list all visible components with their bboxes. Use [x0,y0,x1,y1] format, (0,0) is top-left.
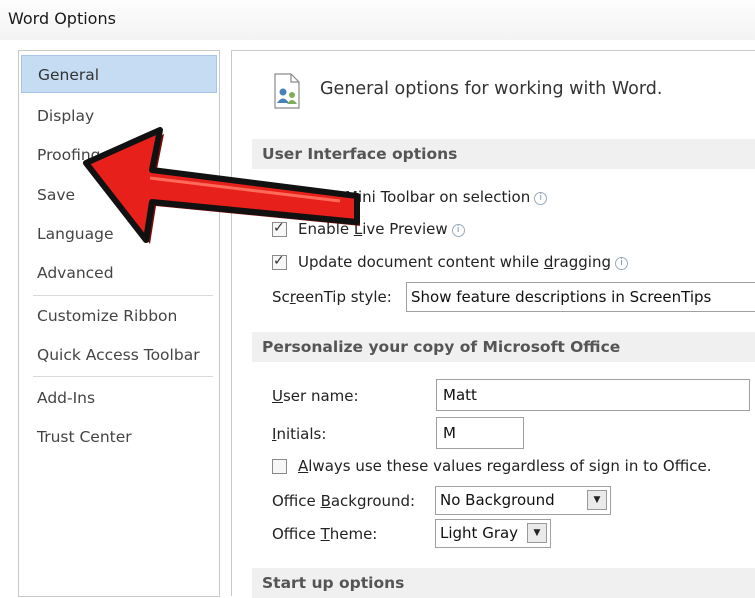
section-personalize: Personalize your copy of Microsoft Offic… [252,332,755,362]
office-background-label: Office Background: [272,492,416,510]
nav-item-customize-ribbon[interactable]: Customize Ribbon [21,297,217,335]
user-name-input[interactable]: Matt [436,379,750,411]
info-icon: i [615,257,628,270]
nav-divider [33,295,213,296]
nav-item-advanced[interactable]: Advanced [21,254,217,292]
screentip-style-select[interactable]: Show feature descriptions in ScreenTips [406,282,755,312]
initials-label: Initials: [272,425,327,443]
window-title: Word Options [8,9,116,28]
chevron-down-icon[interactable]: ▼ [587,490,607,510]
info-icon: i [534,192,548,205]
initials-input[interactable]: M [436,417,524,449]
section-startup: Start up options [252,568,755,598]
nav-divider [33,376,213,377]
office-background-value: No Background [440,491,555,509]
always-use-label: Always use these values regardless of si… [298,457,712,475]
screentip-style-value: Show feature descriptions in ScreenTips [411,288,712,306]
screentip-label: ScreenTip style: [272,288,392,306]
page-heading: General options for working with Word. [320,79,663,99]
office-theme-value: Light Gray [440,524,519,542]
nav-item-add-ins[interactable]: Add-Ins [21,379,217,417]
info-icon: i [451,224,465,237]
office-theme-select[interactable]: Light Gray ▼ [435,519,551,548]
options-people-icon [274,73,300,109]
always-use-checkbox[interactable] [272,459,287,474]
mini-toolbar-label: Mini Toolbar on selectioni [345,188,548,206]
office-theme-label: Office Theme: [272,525,378,543]
office-background-select[interactable]: No Background ▼ [435,486,611,515]
chevron-down-icon[interactable]: ▼ [527,523,547,543]
user-name-label: User name: [272,387,359,405]
nav-item-quick-access-toolbar[interactable]: Quick Access Toolbar [21,336,217,374]
red-arrow-annotation [83,127,360,244]
nav-item-general[interactable]: General [21,55,217,93]
title-bar: Word Options [0,0,755,40]
nav-item-trust-center[interactable]: Trust Center [21,418,217,456]
